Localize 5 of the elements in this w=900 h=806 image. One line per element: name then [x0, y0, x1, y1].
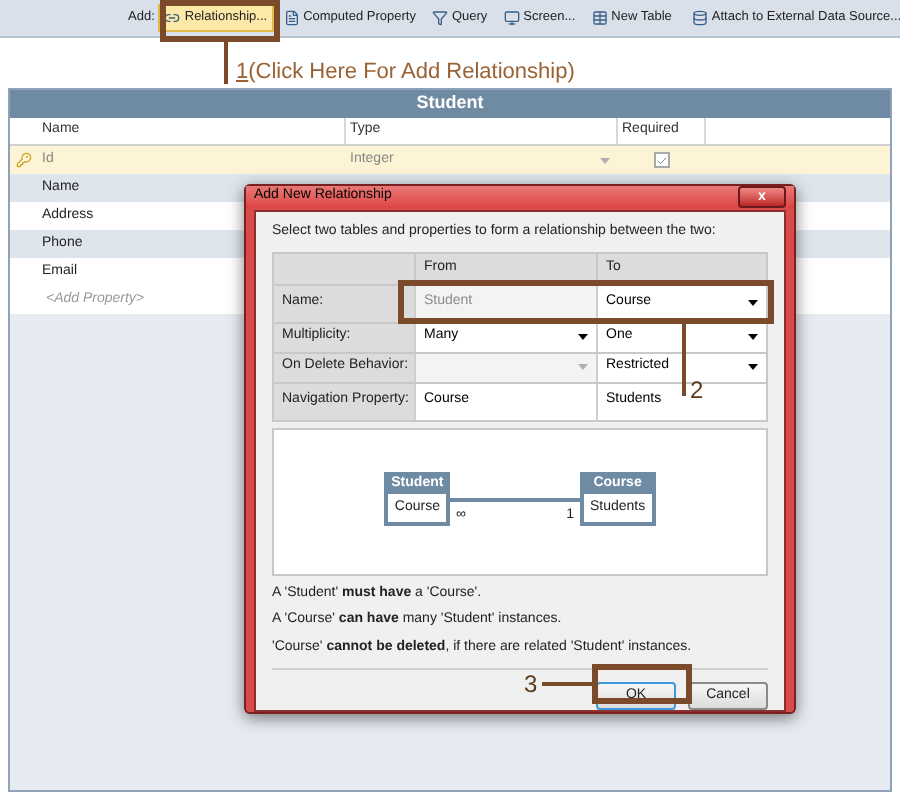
annotation-number: 3: [524, 672, 538, 696]
annotation-text: (Click Here For Add Relationship): [248, 62, 575, 84]
annotation-number: 2: [690, 378, 704, 402]
table-title: Student: [10, 90, 890, 118]
annotation-number: 1: [236, 62, 249, 84]
